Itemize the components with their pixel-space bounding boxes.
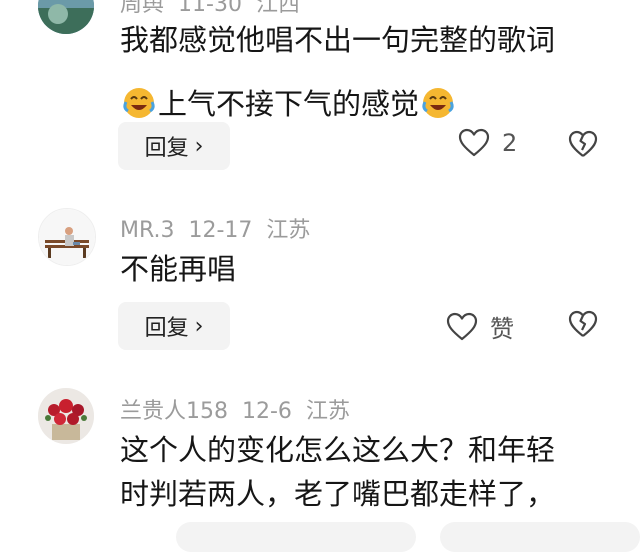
comment-location: 江西 — [255, 0, 300, 17]
username[interactable]: 兰贵人158 — [120, 399, 228, 424]
comment-date: 11-30 — [178, 0, 242, 17]
like-button[interactable]: 赞 — [446, 309, 514, 344]
landscape-avatar-icon — [38, 0, 94, 34]
reply-preview-pill[interactable] — [176, 522, 416, 552]
comment-line: 我都感觉他唱不出一句完整的歌词 — [120, 23, 556, 57]
bench-avatar-icon — [39, 209, 95, 265]
reply-button[interactable]: 回复 › — [118, 302, 230, 350]
comment-line-2: 上气不接下气的感觉 — [120, 82, 555, 126]
username[interactable]: MR.3 — [120, 218, 174, 243]
username[interactable]: 周舆 — [120, 0, 164, 17]
roses-avatar-icon — [38, 388, 94, 444]
like-button[interactable]: 2 — [458, 128, 517, 158]
crying-laughing-emoji-icon — [123, 88, 155, 118]
crying-laughing-emoji-icon — [422, 88, 454, 118]
user-avatar[interactable] — [38, 388, 94, 444]
comment-location: 江苏 — [266, 218, 311, 243]
chevron-right-icon: › — [194, 133, 204, 159]
comment-meta: 兰贵人158 12-6 江苏 — [120, 393, 364, 425]
comment-location: 江苏 — [305, 399, 350, 424]
user-avatar[interactable] — [38, 208, 96, 266]
comment-text: 这个人的变化怎么这么大？和年轻 时判若两人，老了嘴巴都走样了， — [120, 428, 555, 516]
broken-heart-icon — [568, 130, 598, 157]
comment-line: 这个人的变化怎么这么大？和年轻 — [120, 433, 556, 467]
like-count: 2 — [502, 129, 518, 157]
comment-text: 不能再唱 — [120, 252, 237, 286]
comment-meta: 周舆 11-30 江西 — [120, 0, 314, 18]
comment-line: 时判若两人，老了嘴巴都走样了， — [120, 477, 556, 511]
reply-preview-pill[interactable] — [440, 522, 640, 552]
dislike-button[interactable] — [568, 309, 598, 343]
chevron-right-icon: › — [194, 313, 204, 339]
comment-text: 我都感觉他唱不出一句完整的歌词 上气不接下气的感觉 — [120, 18, 555, 126]
comment-date: 12-6 — [242, 399, 292, 424]
heart-outline-icon — [458, 128, 490, 157]
comment-meta: MR.3 12-17 江苏 — [120, 212, 324, 244]
like-label: 赞 — [490, 315, 514, 343]
dislike-button[interactable] — [568, 129, 598, 163]
comment-date: 12-17 — [188, 218, 253, 243]
heart-outline-icon — [446, 312, 478, 340]
reply-button[interactable]: 回复 › — [118, 122, 230, 170]
broken-heart-icon — [568, 310, 598, 337]
user-avatar[interactable] — [38, 0, 94, 34]
